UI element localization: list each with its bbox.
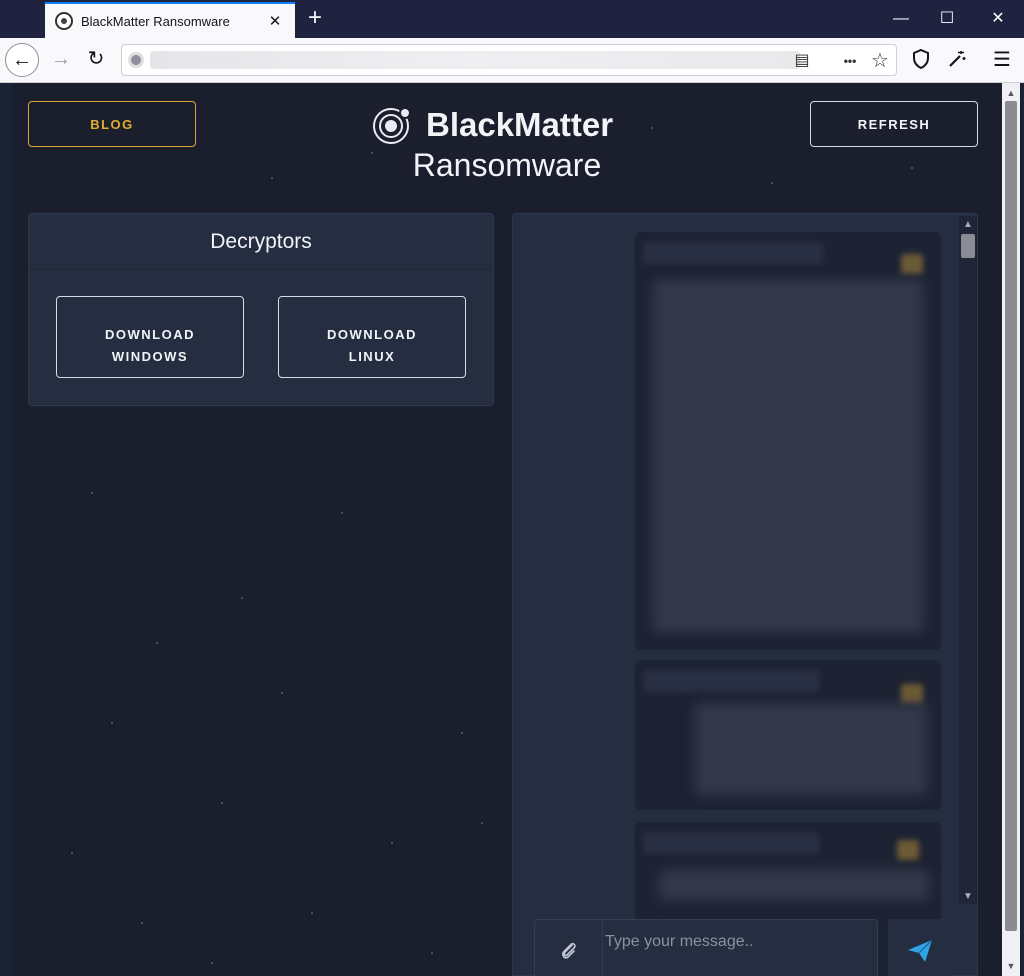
page-scrollbar[interactable]: ▲ ▼	[1002, 83, 1020, 976]
brand: BlackMatter	[372, 103, 642, 147]
page-scroll-down-icon[interactable]: ▼	[1002, 958, 1020, 974]
attach-button[interactable]	[535, 920, 603, 976]
message-avatar-redacted	[901, 254, 923, 274]
download-linux-button[interactable]: DOWNLOAD LINUX	[278, 296, 466, 378]
browser-navbar: ← → ↻ ▤ ••• ☆ ☰	[0, 38, 1024, 83]
page-scroll-thumb[interactable]	[1005, 101, 1017, 931]
back-button[interactable]: ←	[5, 43, 39, 77]
download-linux-label-line2: LINUX	[348, 349, 396, 364]
message-avatar-redacted	[901, 684, 923, 704]
paperclip-icon	[560, 938, 578, 960]
page-subtitle: Ransomware	[412, 147, 602, 183]
message-avatar-redacted	[897, 840, 919, 860]
tab-title: BlackMatter Ransomware	[81, 13, 230, 29]
message-header-redacted	[643, 670, 819, 692]
page-viewport: BLOG BlackMatter Ransomware REFRESH Decr…	[0, 83, 1024, 976]
download-linux-label-line1: DOWNLOAD	[327, 327, 417, 342]
chat-scrollbar[interactable]: ▲ ▼	[959, 216, 977, 904]
chat-message-redacted	[635, 660, 941, 810]
minimize-button[interactable]: —	[878, 0, 924, 38]
forward-button[interactable]: →	[44, 43, 78, 77]
download-windows-button[interactable]: DOWNLOAD WINDOWS	[56, 296, 244, 378]
chat-panel: ▲ ▼	[512, 213, 978, 976]
blog-button[interactable]: BLOG	[28, 101, 196, 147]
reload-button[interactable]: ↻	[79, 43, 113, 77]
decryptors-title: Decryptors	[29, 214, 493, 270]
download-windows-label-line1: DOWNLOAD	[105, 327, 195, 342]
page-actions-icon[interactable]: •••	[838, 49, 862, 73]
message-header-redacted	[643, 242, 823, 264]
message-body-redacted	[695, 704, 927, 794]
message-body-redacted	[653, 280, 923, 632]
chat-scroll-thumb[interactable]	[961, 234, 975, 258]
browser-tab[interactable]: BlackMatter Ransomware ✕	[45, 2, 295, 38]
browser-titlebar: BlackMatter Ransomware ✕ + — ☐ ✕	[0, 0, 1024, 38]
message-header-redacted	[643, 832, 819, 854]
download-windows-label-line2: WINDOWS	[111, 349, 189, 364]
shield-icon[interactable]	[909, 48, 933, 72]
menu-icon[interactable]: ☰	[990, 48, 1014, 72]
message-input[interactable]	[605, 926, 873, 958]
send-button[interactable]	[888, 919, 950, 976]
blackmatter-logo-icon	[372, 105, 412, 145]
address-bar[interactable]: ▤ ••• ☆	[121, 44, 897, 76]
bookmark-star-icon[interactable]: ☆	[868, 49, 892, 73]
decryptors-card: Decryptors DOWNLOAD WINDOWS DOWNLOAD LIN…	[28, 213, 494, 406]
chat-scroll-up-icon[interactable]: ▲	[959, 218, 977, 232]
reader-view-icon[interactable]: ▤	[790, 49, 814, 73]
paper-plane-icon	[907, 939, 933, 968]
brand-name: BlackMatter	[426, 106, 614, 143]
new-tab-button[interactable]: +	[302, 5, 328, 33]
site-identity-icon[interactable]	[128, 52, 144, 68]
wand-icon[interactable]	[945, 48, 969, 72]
page-scroll-up-icon[interactable]: ▲	[1002, 85, 1020, 101]
message-composer	[534, 919, 878, 976]
refresh-button[interactable]: REFRESH	[810, 101, 978, 147]
site-favicon-icon	[55, 12, 73, 30]
message-body-redacted	[659, 870, 929, 900]
url-text-redacted	[150, 51, 800, 69]
maximize-button[interactable]: ☐	[924, 0, 970, 38]
chat-scroll-down-icon[interactable]: ▼	[959, 890, 977, 904]
chat-message-redacted	[635, 232, 941, 650]
tab-close-icon[interactable]: ✕	[265, 12, 285, 30]
close-window-button[interactable]: ✕	[975, 0, 1021, 38]
